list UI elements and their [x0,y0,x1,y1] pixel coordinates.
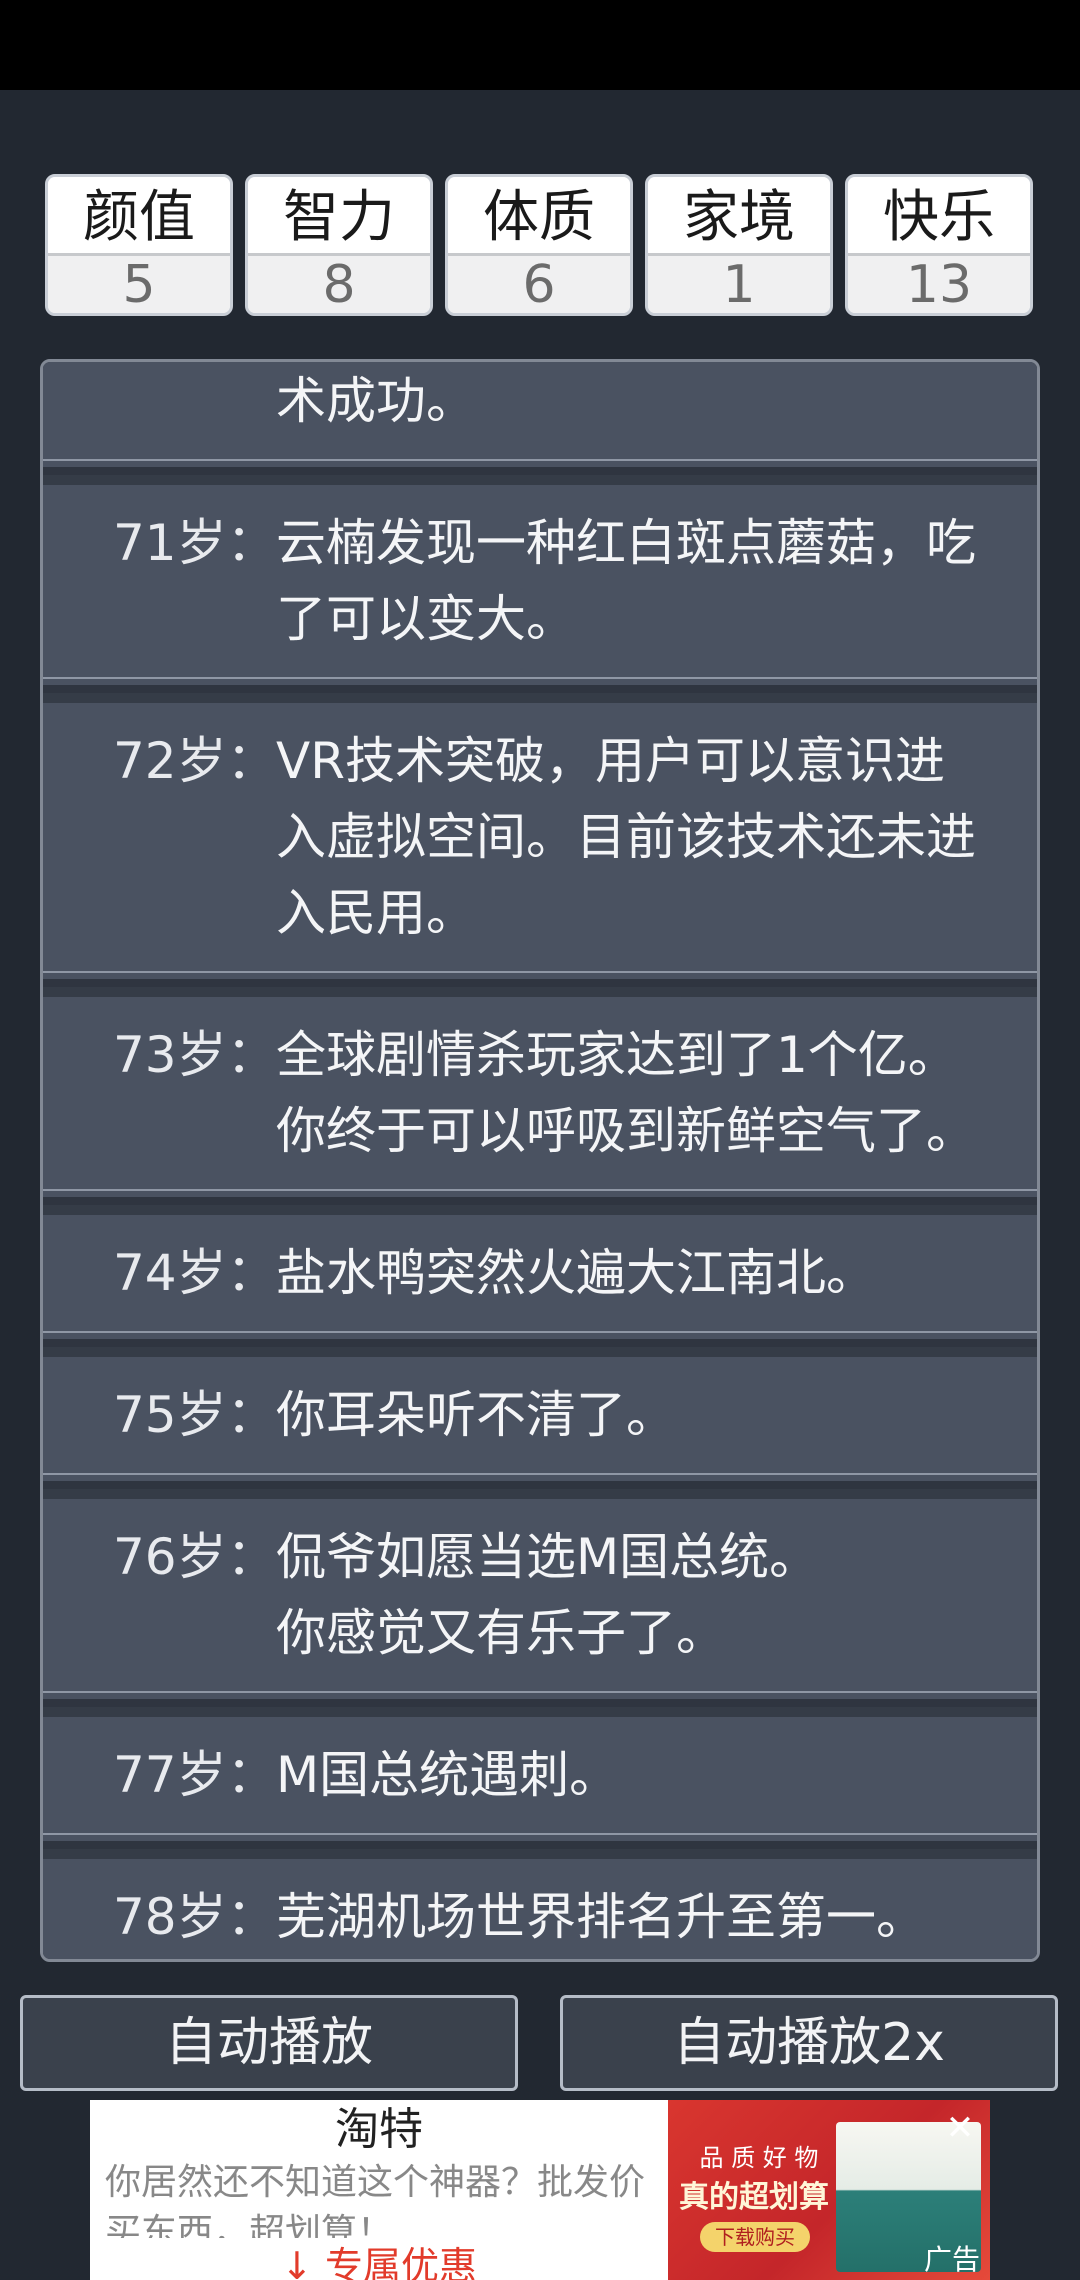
event-description: 全球剧情杀玩家达到了1个亿。 你终于可以呼吸到新鲜空气了。 [276,997,1017,1169]
event-text-line: 云楠发现一种红白斑点蘑菇，吃 [276,514,976,572]
stat-constitution: 体质 6 [445,174,633,316]
stat-label: 快乐 [848,177,1030,253]
stat-value: 1 [648,253,830,313]
event-card: 76岁： 侃爷如愿当选M国总统。 你感觉又有乐子了。 [43,1499,1037,1693]
event-card: 72岁： VR技术突破，用户可以意识进 入虚拟空间。目前该技术还未进 入民用。 [43,703,1037,973]
ad-title: 淘特 [335,2104,423,2155]
event-text-line: 你耳朵听不清了。 [276,1386,676,1444]
event-description: 你耳朵听不清了。 [276,1357,1017,1453]
ad-offer-link[interactable]: ↓ 专属优惠 [90,2235,668,2280]
stat-label: 体质 [448,177,630,253]
event-text-line: VR技术突破，用户可以意识进 [276,732,945,790]
stat-appearance: 颜值 5 [45,174,233,316]
event-card: 74岁： 盐水鸭突然火遍大江南北。 [43,1215,1037,1333]
event-age: 71岁： [113,514,277,572]
stat-value: 13 [848,253,1030,313]
event-text-line: 芜湖机场世界排名升至第一。 [276,1888,926,1946]
event-age: 74岁： [113,1244,277,1302]
ad-banner[interactable]: 淘特 你居然还不知道这个神器？批发价买东西，超划算！ ↓ 专属优惠 品 质 好 … [90,2100,990,2280]
event-text-line: 术成功。 [276,372,476,430]
event-card: 75岁： 你耳朵听不清了。 [43,1357,1037,1475]
event-age: 72岁： [113,732,277,790]
attribute-stats: 颜值 5 智力 8 体质 6 家境 1 快乐 13 [45,174,1035,316]
event-card: 71岁： 云楠发现一种红白斑点蘑菇，吃 了可以变大。 [43,485,1037,679]
event-text-line: 你感觉又有乐子了。 [276,1604,726,1662]
event-age: 76岁： [113,1528,277,1586]
event-description: 云楠发现一种红白斑点蘑菇，吃 了可以变大。 [276,485,1017,657]
event-text-line: 了可以变大。 [276,590,576,648]
stat-happiness: 快乐 13 [845,174,1033,316]
life-events-track: 70岁：医学奇迹，全球首例切头重生手术成功。 71岁：云楠发现一种红白斑点蘑菇，吃… [43,362,1037,1959]
event-description: M国总统遇刺。 [276,1717,1017,1813]
event-description: 医学奇迹，全球首例切头重生手术成功。 [276,362,1017,439]
ad-badge: 品 质 好 物 [699,2144,819,2172]
event-text-line: M国总统遇刺。 [276,1746,620,1804]
event-age: 75岁： [113,1386,277,1444]
event-text-line: 全球剧情杀玩家达到了1个亿。 [276,1026,958,1084]
auto-play-button[interactable]: 自动播放 [20,1995,518,2091]
event-age: 73岁： [113,1026,277,1084]
ad-description: 你居然还不知道这个神器？批发价买东西，超划算！ [105,2162,646,2238]
ad-label: 广告 [923,2243,980,2276]
stat-value: 8 [248,253,430,313]
stat-value: 5 [48,253,230,313]
event-card: 78岁： 芜湖机场世界排名升至第一。 [43,1859,1037,1959]
event-card: 70岁：医学奇迹，全球首例切头重生手术成功。 [43,362,1037,461]
stat-label: 颜值 [48,177,230,253]
event-card: 77岁： M国总统遇刺。 [43,1717,1037,1835]
event-description: 盐水鸭突然火遍大江南北。 [276,1215,1017,1311]
stat-value: 6 [448,253,630,313]
ad-promo-text: 真的超划算 [679,2180,829,2215]
event-description: VR技术突破，用户可以意识进 入虚拟空间。目前该技术还未进 入民用。 [276,703,1017,951]
event-age: 77岁： [113,1746,277,1804]
ad-image[interactable]: 品 质 好 物 真的超划算 下载购买 ✕ 广告 [668,2100,990,2280]
event-description: 芜湖机场世界排名升至第一。 [276,1859,1017,1955]
stat-label: 家境 [648,177,830,253]
event-description: 侃爷如愿当选M国总统。 你感觉又有乐子了。 [276,1499,1017,1671]
event-card: 73岁： 全球剧情杀玩家达到了1个亿。 你终于可以呼吸到新鲜空气了。 [43,997,1037,1191]
auto-play-2x-button[interactable]: 自动播放2x [560,1995,1058,2091]
event-age: 70岁： [113,362,313,363]
status-bar [0,0,1080,90]
close-icon[interactable]: ✕ [944,2111,976,2145]
event-text-line: 你终于可以呼吸到新鲜空气了。 [276,1102,976,1160]
stat-label: 智力 [248,177,430,253]
event-age: 78岁： [113,1888,277,1946]
event-text-line: 侃爷如愿当选M国总统。 [276,1528,820,1586]
stat-family-background: 家境 1 [645,174,833,316]
event-text-line: 入民用。 [276,884,476,942]
life-events-list[interactable]: 70岁：医学奇迹，全球首例切头重生手术成功。 71岁：云楠发现一种红白斑点蘑菇，吃… [40,359,1040,1962]
event-text-line: 盐水鸭突然火遍大江南北。 [276,1244,876,1302]
ad-buy-button[interactable]: 下载购买 [700,2222,810,2252]
event-text-line: 入虚拟空间。目前该技术还未进 [276,808,976,866]
stat-intelligence: 智力 8 [245,174,433,316]
